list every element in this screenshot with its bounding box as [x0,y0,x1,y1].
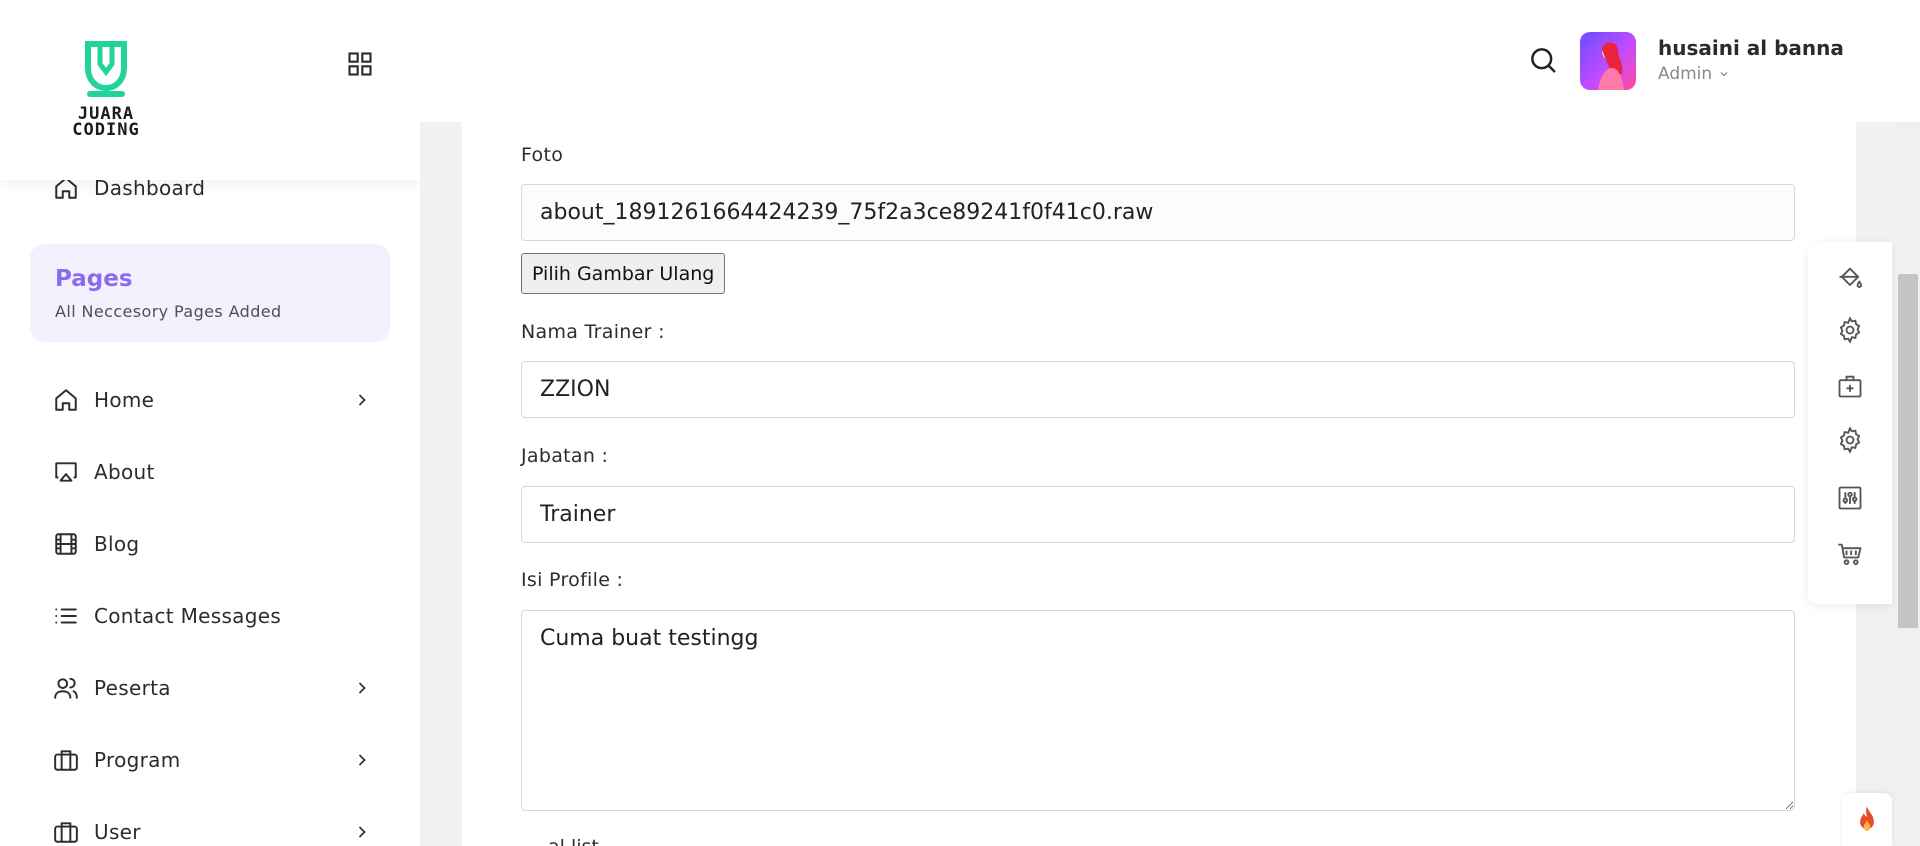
fire-button[interactable] [1842,793,1892,846]
avatar[interactable] [1580,32,1636,90]
sidebar-item-user[interactable]: User [52,812,372,846]
sidebar-item-label: Contact Messages [94,604,282,628]
sidebar-item-program[interactable]: Program [52,740,372,780]
pages-card: Pages All Neccesory Pages Added [30,244,390,342]
cart-icon[interactable] [1834,538,1866,570]
user-name: husaini al banna [1658,36,1844,60]
scrollbar-thumb[interactable] [1898,274,1918,628]
logo-text: JUARA CODING [72,104,140,140]
trainer-name-field[interactable] [521,361,1795,418]
foto-filename-field[interactable] [521,184,1795,241]
sidebar-item-blog[interactable]: Blog [52,524,372,564]
home-icon [52,386,80,414]
sidebar: Dashboard Pages All Neccesory Pages Adde… [0,0,420,846]
list-icon [52,602,80,630]
trophy-icon [85,41,127,97]
pages-title: Pages [55,266,133,292]
sidebar-item-label: User [94,820,141,844]
floating-tools-panel [1808,242,1892,604]
user-role: Admin [1658,64,1713,84]
chevron-right-icon [358,682,366,694]
chevron-right-icon [358,826,366,838]
briefcase-icon [52,746,80,774]
sidebar-item-contact-messages[interactable]: Contact Messages [52,596,372,636]
pick-image-button[interactable]: Pilih Gambar Ulang [521,253,726,294]
profile-label: Isi Profile : [521,569,624,591]
sidebar-item-label: About [94,460,155,484]
sidebar-item-label: Blog [94,532,140,556]
jabatan-field[interactable] [521,486,1795,543]
apps-grid-icon[interactable] [346,50,374,78]
sidebar-item-peserta[interactable]: Peserta [52,668,372,708]
brand-header: JUARA CODING [0,0,420,180]
sliders-icon[interactable] [1834,482,1866,514]
gear-icon[interactable] [1834,424,1866,456]
chevron-right-icon [358,394,366,406]
briefcase-icon [52,818,80,846]
top-bar: husaini al banna Admin [420,0,1920,122]
paint-bucket-icon[interactable] [1834,262,1866,294]
sidebar-item-label: Home [94,388,155,412]
medical-kit-icon[interactable] [1834,370,1866,402]
next-field-label: al list [548,836,599,846]
users-icon [52,674,80,702]
gear-icon[interactable] [1834,314,1866,346]
film-icon [52,530,80,558]
trainer-name-label: Nama Trainer : [521,321,665,343]
jabatan-label: Jabatan : [521,445,609,467]
search-icon[interactable] [1528,45,1560,77]
sidebar-item-about[interactable]: About [52,452,372,492]
sidebar-item-label: Program [94,748,181,772]
chevron-right-icon [358,754,366,766]
sidebar-item-home[interactable]: Home [52,380,372,420]
brand-logo[interactable]: JUARA CODING [50,40,162,144]
pages-subtitle: All Neccesory Pages Added [55,302,282,321]
chevron-down-icon [1720,72,1728,77]
fire-icon [1860,805,1874,831]
foto-label: Foto [521,144,564,166]
profile-textarea[interactable]: Cuma buat testingg [521,610,1795,811]
monitor-icon [52,458,80,486]
user-role-dropdown[interactable]: Admin [1658,64,1730,84]
sidebar-item-label: Peserta [94,676,171,700]
